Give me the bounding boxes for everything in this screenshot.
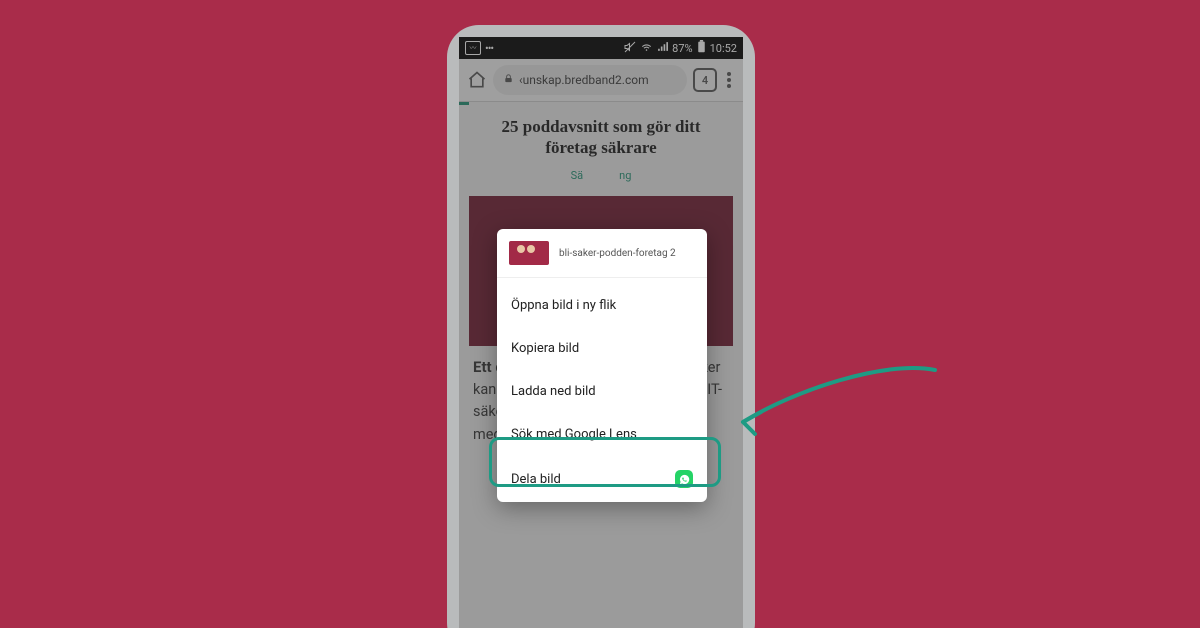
menu-label: Ladda ned bild: [511, 384, 596, 399]
context-menu-header: bli-saker-podden-foretag 2: [497, 229, 707, 278]
menu-share-image[interactable]: Dela bild: [497, 456, 707, 502]
menu-label: Dela bild: [511, 472, 561, 487]
menu-google-lens[interactable]: Sök med Google Lens: [497, 413, 707, 456]
image-caption: bli-saker-podden-foretag 2: [559, 248, 676, 259]
menu-copy-image[interactable]: Kopiera bild: [497, 327, 707, 370]
phone-frame: 〰 ••• 87% 10:52: [447, 25, 755, 628]
menu-label: Sök med Google Lens: [511, 427, 637, 442]
menu-download-image[interactable]: Ladda ned bild: [497, 370, 707, 413]
whatsapp-icon: [675, 470, 693, 488]
image-context-menu: bli-saker-podden-foretag 2 Öppna bild i …: [497, 229, 707, 502]
menu-label: Öppna bild i ny flik: [511, 298, 616, 313]
menu-open-new-tab[interactable]: Öppna bild i ny flik: [497, 284, 707, 327]
phone-screen: 〰 ••• 87% 10:52: [459, 37, 743, 628]
menu-label: Kopiera bild: [511, 341, 579, 356]
annotation-arrow: [735, 350, 945, 450]
image-thumbnail: [509, 241, 549, 265]
